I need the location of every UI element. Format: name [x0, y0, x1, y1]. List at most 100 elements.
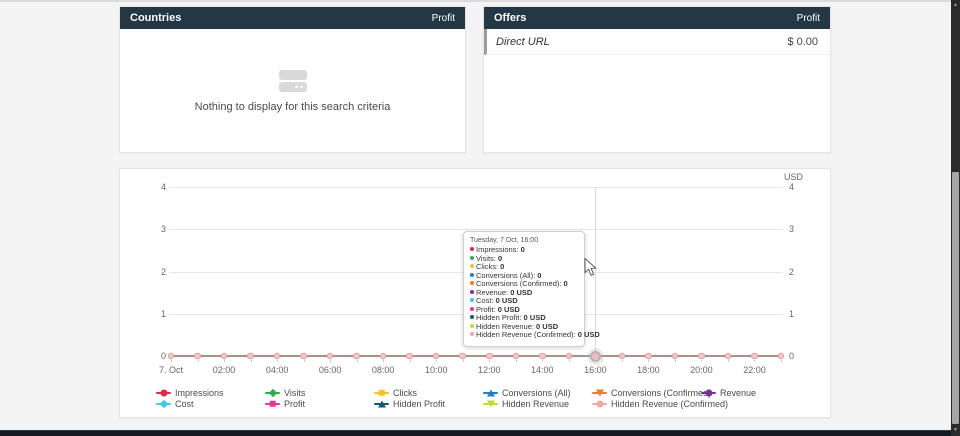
- legend-item[interactable]: Revenue: [701, 387, 810, 398]
- legend-item[interactable]: Hidden Revenue: [483, 398, 592, 409]
- tooltip-series-dot: [470, 256, 474, 260]
- countries-panel-header: Countries Profit: [120, 7, 465, 29]
- scrollbar-thumb[interactable]: [952, 172, 959, 424]
- legend-item-label: Clicks: [393, 388, 417, 398]
- empty-state-icon: [279, 70, 307, 94]
- x-axis-tick: [357, 358, 358, 362]
- x-axis-tick: [701, 358, 702, 362]
- legend-item-label: Conversions (Confirmed): [611, 388, 711, 398]
- tooltip-series-dot: [470, 307, 474, 311]
- y-axis-label-left: 3: [146, 224, 166, 234]
- legend-item-label: Hidden Revenue (Confirmed): [611, 399, 728, 409]
- triangle-down-marker-icon: [483, 399, 498, 408]
- x-axis-tick: [648, 358, 649, 362]
- legend-shape: [160, 389, 167, 396]
- x-axis-label: 7. Oct: [151, 365, 191, 375]
- legend-item-label: Cost: [175, 399, 194, 409]
- x-axis-label: 14:00: [522, 365, 562, 375]
- x-axis-label: 22:00: [734, 365, 774, 375]
- x-axis-label: 04:00: [257, 365, 297, 375]
- tooltip-series-dot: [470, 273, 474, 277]
- window-bottom-edge: [0, 430, 960, 436]
- legend-item[interactable]: Clicks: [374, 387, 483, 398]
- legend-item[interactable]: Conversions (Confirmed): [592, 387, 701, 398]
- y-axis-label-right: 1: [789, 309, 794, 319]
- legend-item[interactable]: Hidden Profit: [374, 398, 483, 409]
- legend-item[interactable]: Hidden Revenue (Confirmed): [592, 398, 701, 409]
- legend-item[interactable]: Cost: [156, 398, 265, 409]
- legend-item[interactable]: Visits: [265, 387, 374, 398]
- scroll-down-button[interactable]: ▼: [951, 425, 960, 435]
- diamond-marker-icon: [265, 388, 280, 397]
- legend-item[interactable]: Conversions (All): [483, 387, 592, 398]
- scrollbar[interactable]: ▲ ▼: [951, 0, 960, 436]
- diamond-marker-icon: [156, 399, 171, 408]
- chart-tooltip: Tuesday, 7 Oct, 16:00 Impressions: 0Visi…: [463, 231, 585, 347]
- x-axis-label: 08:00: [363, 365, 403, 375]
- countries-panel: Countries Profit Nothing to display for …: [119, 6, 466, 153]
- legend-shape: [269, 400, 276, 407]
- tooltip-series-dot: [470, 332, 474, 336]
- offers-panel-title: Offers: [494, 12, 526, 24]
- x-axis-tick: [383, 358, 384, 362]
- tooltip-item-value: 0 USD: [578, 330, 600, 339]
- triangle-down-marker-icon: [592, 388, 607, 397]
- legend-shape: [268, 388, 276, 396]
- legend-shape: [487, 389, 495, 396]
- x-axis-tick: [224, 358, 225, 362]
- x-axis-tick: [781, 358, 782, 362]
- highlighted-data-point[interactable]: [590, 351, 601, 362]
- tooltip-series-dot: [470, 290, 474, 294]
- tooltip-header: Tuesday, 7 Oct, 16:00: [470, 237, 578, 244]
- x-axis-tick: [436, 358, 437, 362]
- x-axis-label: 12:00: [469, 365, 509, 375]
- x-axis-label: 06:00: [310, 365, 350, 375]
- y-axis-label-right: 0: [789, 351, 794, 361]
- x-axis-tick: [489, 358, 490, 362]
- triangle-up-marker-icon: [483, 388, 498, 397]
- x-axis-tick: [516, 358, 517, 362]
- circle-marker-icon: [701, 388, 716, 397]
- x-axis-label: 10:00: [416, 365, 456, 375]
- x-axis-label: 18:00: [628, 365, 668, 375]
- legend-item-label: Revenue: [720, 388, 756, 398]
- tooltip-series-dot: [470, 298, 474, 302]
- dashboard-screen: Countries Profit Nothing to display for …: [0, 0, 960, 436]
- offer-profit-value: $ 0.00: [787, 36, 818, 48]
- data-line: [171, 355, 781, 357]
- grid-line: [169, 187, 783, 188]
- server-icon-bottom: [279, 82, 307, 92]
- x-axis-tick: [675, 358, 676, 362]
- legend-shape: [705, 389, 712, 396]
- offers-table-row[interactable]: Direct URL $ 0.00: [484, 29, 830, 55]
- x-axis-tick: [754, 358, 755, 362]
- x-axis-tick: [198, 358, 199, 362]
- tooltip-series-dot: [470, 264, 474, 268]
- scroll-up-button[interactable]: ▲: [951, 0, 960, 10]
- legend-item-label: Impressions: [175, 388, 224, 398]
- offers-panel: Offers Profit Direct URL$ 0.00: [483, 6, 831, 153]
- server-icon-top: [279, 70, 307, 80]
- x-axis-tick: [410, 358, 411, 362]
- legend-item[interactable]: Profit: [265, 398, 374, 409]
- x-axis-tick: [622, 358, 623, 362]
- tooltip-item-value: 0: [521, 245, 525, 254]
- x-axis-tick: [304, 358, 305, 362]
- tooltip-series-dot: [470, 281, 474, 285]
- offers-row-list: Direct URL $ 0.00: [484, 29, 830, 55]
- tooltip-series-dot: [470, 315, 474, 319]
- triangle-up-marker-icon: [374, 399, 389, 408]
- countries-panel-title: Countries: [130, 12, 181, 24]
- x-axis-tick: [277, 358, 278, 362]
- x-axis-label: 16:00: [575, 365, 615, 375]
- x-axis-tick: [330, 358, 331, 362]
- y-axis-label-right: 2: [789, 267, 794, 277]
- legend-item[interactable]: Impressions: [156, 387, 265, 398]
- legend-item-label: Hidden Revenue: [502, 399, 569, 409]
- circle-marker-icon: [592, 399, 607, 408]
- offer-name-label: Direct URL: [496, 36, 550, 48]
- y-axis-label-right: 3: [789, 224, 794, 234]
- x-axis-label: 02:00: [204, 365, 244, 375]
- countries-profit-column-header: Profit: [432, 13, 455, 24]
- legend-shape: [159, 399, 167, 407]
